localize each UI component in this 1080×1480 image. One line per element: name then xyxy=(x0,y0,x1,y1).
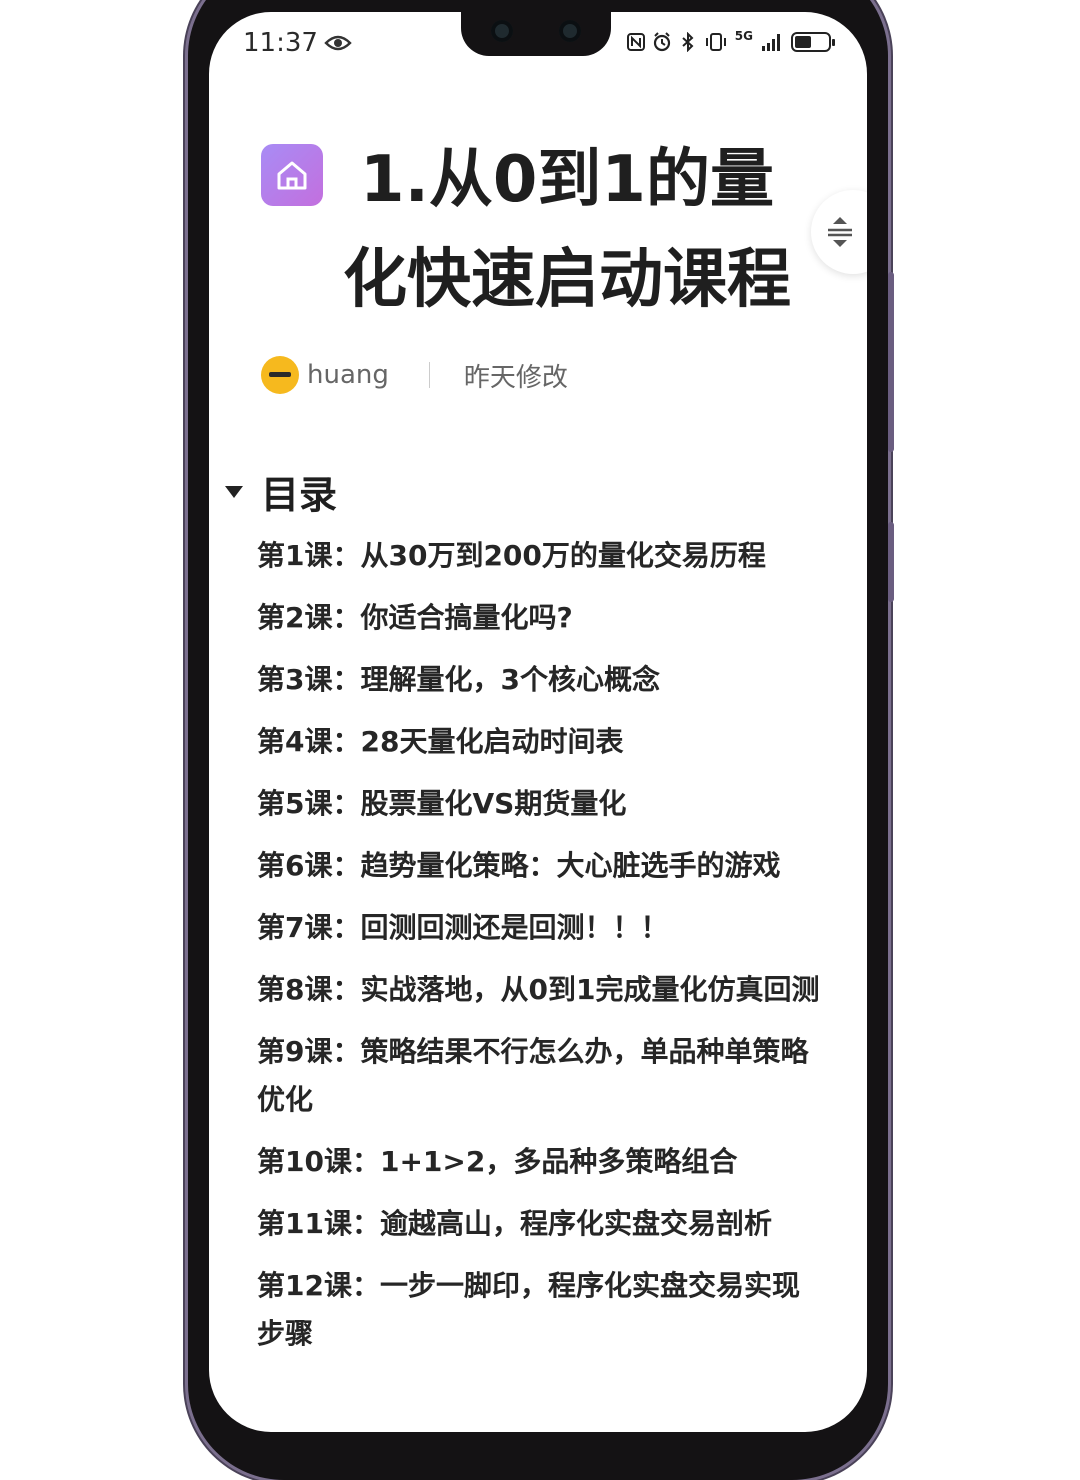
meta-divider xyxy=(428,362,430,388)
toc-header[interactable]: 目录 xyxy=(225,464,337,519)
toc-item[interactable]: 第8课：实战落地，从0到1完成量化仿真回测 xyxy=(257,966,827,1014)
toc-item[interactable]: 第3课：理解量化，3个核心概念 xyxy=(257,656,827,704)
home-glyph-icon xyxy=(277,161,307,190)
collapse-expand-icon xyxy=(828,217,852,247)
eye-icon xyxy=(324,35,352,51)
toc-item[interactable]: 第2课：你适合搞量化吗? xyxy=(257,594,827,642)
toc-item[interactable]: 第5课：股票量化VS期货量化 xyxy=(257,780,827,828)
home-icon xyxy=(261,144,323,206)
toc-item[interactable]: 第12课：一步一脚印，程序化实盘交易实现步骤 xyxy=(257,1262,827,1358)
nfc-icon xyxy=(626,33,645,51)
toc-item[interactable]: 第7课：回测回测还是回测！！！ xyxy=(257,904,827,952)
signal-icon xyxy=(762,34,780,51)
doc-meta: huang 昨天修改 xyxy=(261,356,568,394)
vibrate-icon xyxy=(705,33,726,51)
time-label: 11:37 xyxy=(243,28,318,58)
author-name[interactable]: huang xyxy=(307,360,389,390)
camera-notch xyxy=(461,12,611,56)
volume-button xyxy=(888,272,894,452)
screen: 11:37 5G 1.从0到1的量化快速启动课程 huang 昨天修改 目录 第… xyxy=(209,12,867,1432)
alarm-icon xyxy=(653,32,670,52)
toc-item[interactable]: 第11课：逾越高山，程序化实盘交易剖析 xyxy=(257,1200,827,1248)
collapse-expand-button[interactable] xyxy=(811,190,867,274)
battery-icon xyxy=(791,32,835,52)
toc-item[interactable]: 第6课：趋势量化策略：大心脏选手的游戏 xyxy=(257,842,827,890)
toc-item[interactable]: 第1课：从30万到200万的量化交易历程 xyxy=(257,532,827,580)
toc-item[interactable]: 第9课：策略结果不行怎么办，单品种单策略优化 xyxy=(257,1028,827,1124)
toc-item[interactable]: 第4课：28天量化启动时间表 xyxy=(257,718,827,766)
triangle-down-icon[interactable] xyxy=(225,485,243,498)
toc-title: 目录 xyxy=(261,473,338,517)
status-time: 11:37 xyxy=(243,28,352,58)
bluetooth-icon xyxy=(682,32,694,52)
network-label: 5G xyxy=(734,29,753,43)
toc-item[interactable]: 第10课：1+1>2，多品种多策略组合 xyxy=(257,1138,827,1186)
status-icons: 5G xyxy=(626,29,835,52)
battery-fill xyxy=(795,36,811,48)
toc-list: 第1课：从30万到200万的量化交易历程 第2课：你适合搞量化吗? 第3课：理解… xyxy=(257,532,827,1372)
modified-label: 昨天修改 xyxy=(463,362,568,393)
page-title: 1.从0到1的量化快速启动课程 xyxy=(343,143,791,317)
power-button xyxy=(888,522,894,602)
avatar[interactable] xyxy=(261,356,299,394)
